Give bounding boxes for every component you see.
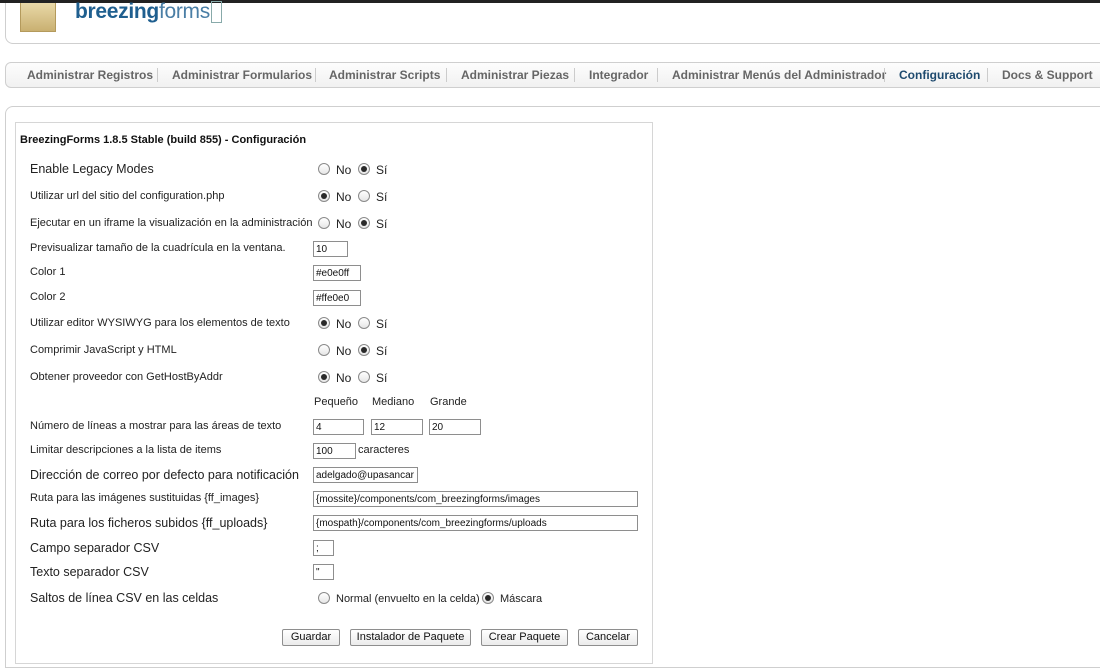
package-installer-button[interactable]: Instalador de Paquete [350, 629, 471, 646]
images-path-input[interactable] [313, 491, 638, 507]
nav-administrar-formularios[interactable]: Administrar Formularios [172, 68, 312, 82]
create-package-button[interactable]: Crear Paquete [481, 629, 568, 646]
radio-label-no: No [336, 217, 352, 231]
config-form [15, 122, 653, 664]
label-hostbyaddr: Obtener proveedor con GetHostByAddr [30, 371, 223, 383]
nav-docs-support[interactable]: Docs & Support [1002, 68, 1093, 82]
nav-separator [574, 68, 575, 82]
label-images-path: Ruta para las imágenes sustituidas {ff_i… [30, 492, 260, 504]
radio-label-si: Sí [376, 317, 388, 331]
label-color1: Color 1 [30, 266, 66, 278]
nav-separator [884, 68, 885, 82]
label-csv-text-separator: Texto separador CSV [30, 565, 149, 579]
textarea-lines-large-input[interactable] [429, 419, 481, 435]
nav-separator [315, 68, 316, 82]
radio-compress-no[interactable] [318, 344, 330, 356]
radio-label-si: Sí [376, 190, 388, 204]
label-uploads-path: Ruta para los ficheros subidos {ff_uploa… [30, 516, 268, 530]
label-compress: Comprimir JavaScript y HTML [30, 344, 177, 356]
label-color2: Color 2 [30, 291, 66, 303]
radio-wysiwyg-no[interactable] [318, 317, 330, 329]
textarea-lines-medium-input[interactable] [371, 419, 423, 435]
uploads-path-input[interactable] [313, 515, 638, 531]
nav-configuracion[interactable]: Configuración [899, 68, 980, 82]
radio-label-mask: Máscara [500, 593, 543, 605]
label-limit-descriptions: Limitar descripciones a la lista de item… [30, 444, 222, 456]
color1-input[interactable] [313, 265, 361, 281]
radio-legacy-no[interactable] [318, 163, 330, 175]
csv-separator-input[interactable] [313, 540, 334, 556]
radio-site-url-no[interactable] [318, 190, 330, 202]
radio-site-url-si[interactable] [358, 190, 370, 202]
save-button[interactable]: Guardar [282, 629, 340, 646]
form-title: BreezingForms 1.8.5 Stable (build 855) -… [20, 134, 307, 146]
label-wysiwyg: Utilizar editor WYSIWYG para los element… [30, 317, 290, 329]
nav-separator [987, 68, 988, 82]
logo-icon [20, 3, 56, 32]
nav-separator [157, 68, 158, 82]
radio-iframe-si[interactable] [358, 217, 370, 229]
radio-label-no: No [336, 190, 352, 204]
nav-administrar-piezas[interactable]: Administrar Piezas [461, 68, 569, 82]
column-header-large: Grande [430, 396, 467, 408]
textarea-lines-small-input[interactable] [313, 419, 364, 435]
grid-size-input[interactable] [313, 241, 348, 257]
cancel-button[interactable]: Cancelar [578, 629, 638, 646]
nav-integrador[interactable]: Integrador [589, 68, 648, 82]
label-legacy-modes: Enable Legacy Modes [30, 162, 154, 176]
radio-label-no: No [336, 344, 352, 358]
logo-bold: breezing [75, 0, 159, 23]
radio-hostbyaddr-no[interactable] [318, 371, 330, 383]
radio-label-si: Sí [376, 163, 388, 177]
main-nav: Administrar Registros Administrar Formul… [5, 62, 1100, 88]
label-textarea-lines: Número de líneas a mostrar para las área… [30, 420, 282, 432]
nav-administrar-scripts[interactable]: Administrar Scripts [329, 68, 440, 82]
radio-label-si: Sí [376, 217, 388, 231]
limit-descriptions-input[interactable] [313, 443, 356, 459]
label-csv-newlines: Saltos de línea CSV en las celdas [30, 591, 219, 605]
nav-separator [657, 68, 658, 82]
column-header-medium: Mediano [372, 396, 415, 408]
label-site-url: Utilizar url del sitio del configuration… [30, 190, 225, 202]
radio-label-no: No [336, 371, 352, 385]
radio-csv-newlines-normal[interactable] [318, 592, 330, 604]
radio-wysiwyg-si[interactable] [358, 317, 370, 329]
radio-hostbyaddr-si[interactable] [358, 371, 370, 383]
radio-label-no: No [336, 317, 352, 331]
limit-descriptions-suffix: caracteres [358, 444, 410, 456]
radio-label-si: Sí [376, 344, 388, 358]
column-header-small: Pequeño [314, 396, 359, 408]
label-grid-size: Previsualizar tamaño de la cuadrícula en… [30, 242, 286, 254]
radio-label-si: Sí [376, 371, 388, 385]
app-logo: breezingforms [75, 0, 222, 24]
label-iframe: Ejecutar en un iframe la visualización e… [30, 217, 313, 229]
radio-iframe-no[interactable] [318, 217, 330, 229]
radio-compress-si[interactable] [358, 344, 370, 356]
radio-legacy-si[interactable] [358, 163, 370, 175]
text-cursor-icon [210, 1, 222, 24]
default-mail-input[interactable] [313, 467, 418, 483]
radio-csv-newlines-mask[interactable] [482, 592, 494, 604]
radio-label-normal: Normal (envuelto en la celda) [336, 593, 480, 605]
label-csv-separator: Campo separador CSV [30, 541, 160, 555]
csv-text-separator-input[interactable] [313, 564, 334, 580]
logo-light: forms [158, 0, 210, 23]
nav-administrar-registros[interactable]: Administrar Registros [27, 68, 153, 82]
radio-label-no: No [336, 163, 352, 177]
label-default-mail: Dirección de correo por defecto para not… [30, 468, 299, 482]
nav-administrar-menus[interactable]: Administrar Menús del Administrador [672, 68, 886, 82]
color2-input[interactable] [313, 290, 361, 306]
nav-separator [446, 68, 447, 82]
